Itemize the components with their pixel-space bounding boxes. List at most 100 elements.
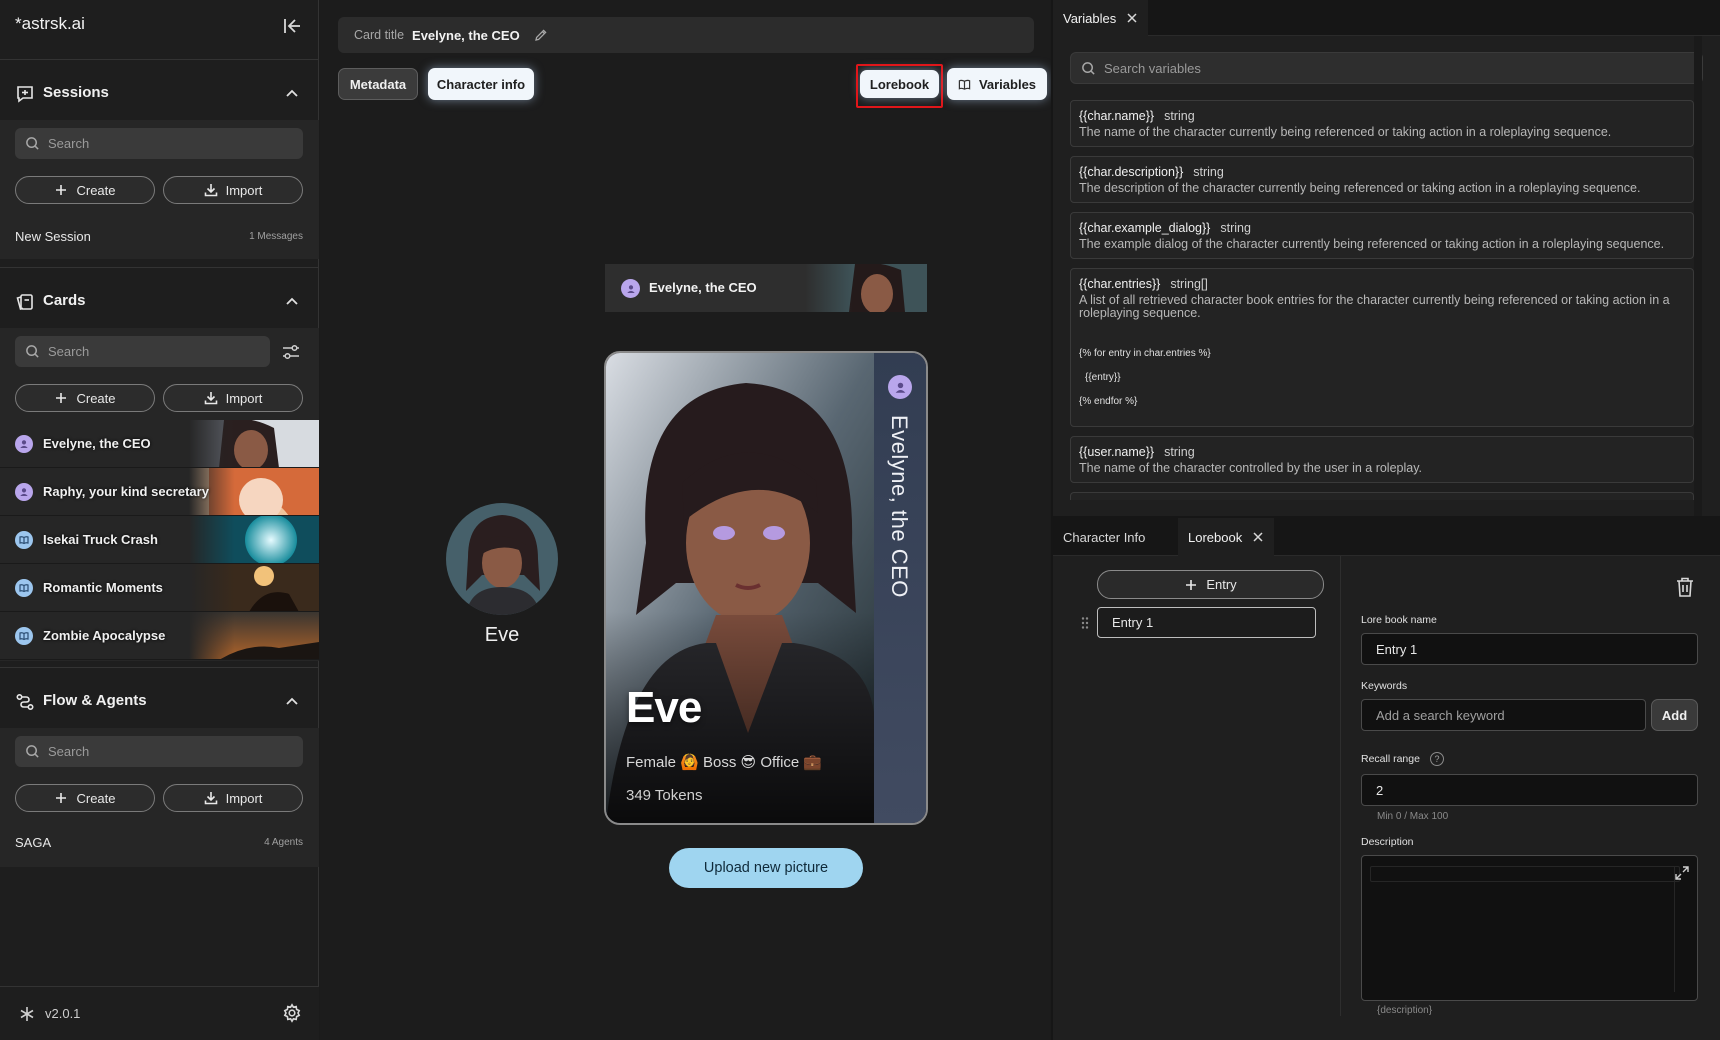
version-label: v2.0.1 <box>45 1006 81 1021</box>
search-icon <box>26 137 39 150</box>
cards-search-input[interactable]: Search <box>15 336 270 367</box>
tab-label: Metadata <box>349 76 407 92</box>
variable-item[interactable]: {{user.name}} string The name of the char… <box>1070 436 1694 483</box>
close-icon[interactable] <box>1252 531 1264 543</box>
variable-item[interactable]: {{char.example_dialog}} string The exampl… <box>1070 212 1694 259</box>
book-icon <box>958 79 971 90</box>
add-entry-button[interactable]: Entry <box>1097 570 1324 599</box>
variable-item[interactable]: {{char.name}} string The name of the char… <box>1070 100 1694 147</box>
create-flow-button[interactable]: Create <box>15 784 155 812</box>
flow-item[interactable]: SAGA 4 Agents <box>15 832 303 852</box>
sidebar: *astrsk.ai Sessions Search Create Import… <box>0 0 319 1040</box>
chevron-up-icon[interactable] <box>283 293 301 311</box>
recall-range-input[interactable]: 2 <box>1361 774 1698 806</box>
create-session-button[interactable]: Create <box>15 176 155 204</box>
character-card: Evelyne, the CEO Eve Female 🙆 Boss 😎 Off… <box>604 351 928 825</box>
card-item-label: Romantic Moments <box>43 580 163 595</box>
upload-picture-button[interactable]: Upload new picture <box>669 848 863 888</box>
expand-icon[interactable] <box>1673 864 1691 882</box>
variables-scrollbar[interactable] <box>1694 36 1702 516</box>
recall-range-header: Recall range ? <box>1361 752 1444 766</box>
cards-section-header[interactable]: Cards <box>0 267 319 335</box>
card-editor: Card title Evelyne, the CEO Metadata Cha… <box>320 0 1050 1040</box>
variables-search-input[interactable]: Search variables <box>1070 52 1703 84</box>
column-divider <box>1340 556 1341 1016</box>
tab-variables-panel[interactable]: Variables <box>1053 0 1149 36</box>
card-title-label: Card title <box>354 28 405 42</box>
sessions-body: Search Create Import New Session 1 Messa… <box>0 120 319 259</box>
card-item-raphy[interactable]: Raphy, your kind secretary <box>0 468 319 516</box>
filter-icon[interactable] <box>280 341 302 363</box>
chevron-up-icon[interactable] <box>283 693 301 711</box>
sidebar-footer: v2.0.1 <box>0 986 319 1040</box>
pencil-icon[interactable] <box>534 28 548 42</box>
recall-range-label: Recall range <box>1361 753 1420 765</box>
entry-label: Entry 1 <box>1112 615 1154 630</box>
description-hint: {description} <box>1377 1005 1433 1016</box>
book-icon <box>15 531 33 549</box>
tab-character-info-panel[interactable]: Character Info <box>1053 518 1155 556</box>
card-item-romantic[interactable]: Romantic Moments <box>0 564 319 612</box>
character-icon <box>15 435 33 453</box>
lore-name-input[interactable]: Entry 1 <box>1361 633 1698 665</box>
variable-name: {{char.name}} <box>1079 109 1155 123</box>
keyword-input[interactable]: Add a search keyword <box>1361 699 1646 731</box>
download-icon <box>204 184 217 197</box>
download-icon <box>204 792 217 805</box>
variable-type: string <box>1164 109 1195 123</box>
import-card-button[interactable]: Import <box>163 384 303 412</box>
drag-handle-icon[interactable] <box>1080 616 1090 630</box>
tab-metadata[interactable]: Metadata <box>338 68 418 100</box>
flow-name: SAGA <box>15 834 52 850</box>
variable-item-partial <box>1070 492 1694 500</box>
header-banner: Evelyne, the CEO <box>605 264 927 312</box>
add-keyword-button[interactable]: Add <box>1651 699 1698 731</box>
session-item[interactable]: New Session 1 Messages <box>15 226 303 246</box>
card-item-evelyne[interactable]: Evelyne, the CEO <box>0 420 319 468</box>
card-item-isekai[interactable]: Isekai Truck Crash <box>0 516 319 564</box>
header-banner-image <box>805 264 927 312</box>
help-icon[interactable]: ? <box>1429 752 1444 766</box>
card-title-bar[interactable]: Card title Evelyne, the CEO <box>338 17 1034 53</box>
search-placeholder: Search <box>48 744 90 759</box>
chevron-up-icon[interactable] <box>283 85 301 103</box>
gear-icon[interactable] <box>282 1003 302 1023</box>
sessions-section-header[interactable]: Sessions <box>0 59 319 127</box>
keyword-placeholder: Add a search keyword <box>1376 707 1505 723</box>
card-item-zombie[interactable]: Zombie Apocalypse <box>0 612 319 660</box>
character-icon <box>621 279 640 298</box>
flow-icon <box>15 692 35 712</box>
variable-name: {{user.name}} <box>1079 445 1155 459</box>
brand-logo: *astrsk.ai <box>15 14 85 33</box>
tab-character-info[interactable]: Character info <box>428 68 534 100</box>
import-session-button[interactable]: Import <box>163 176 303 204</box>
variable-code-line: {% for entry in char.entries %} <box>1079 348 1211 359</box>
flow-count: 4 Agents <box>264 836 303 848</box>
tab-lorebook-panel[interactable]: Lorebook <box>1178 518 1275 556</box>
plus-icon <box>56 393 67 403</box>
card-tokens: 349 Tokens <box>626 787 703 804</box>
collapse-sidebar-icon[interactable] <box>281 15 303 37</box>
variable-name: {{char.entries}} <box>1079 277 1161 291</box>
tab-label: Variables <box>978 76 1037 92</box>
create-label: Create <box>76 182 116 198</box>
flows-section-header[interactable]: Flow & Agents <box>0 667 319 735</box>
tab-variables[interactable]: Variables <box>947 68 1047 100</box>
entry-item[interactable]: Entry 1 <box>1097 607 1316 638</box>
flows-title: Flow & Agents <box>43 692 147 709</box>
create-card-button[interactable]: Create <box>15 384 155 412</box>
import-flow-button[interactable]: Import <box>163 784 303 812</box>
flows-search-input[interactable]: Search <box>15 736 303 767</box>
sessions-search-input[interactable]: Search <box>15 128 303 159</box>
avatar[interactable] <box>446 503 558 615</box>
variable-item[interactable]: {{char.entries}} string[] A list of all r… <box>1070 268 1694 427</box>
avatar-name: Eve <box>484 624 520 646</box>
import-label: Import <box>225 790 263 806</box>
description-textarea[interactable] <box>1361 855 1698 1001</box>
trash-icon[interactable] <box>1675 576 1695 598</box>
variable-item[interactable]: {{char.description}} string The descripti… <box>1070 156 1694 203</box>
close-icon[interactable] <box>1126 12 1138 24</box>
search-icon <box>26 745 39 758</box>
variable-type: string[] <box>1170 277 1208 291</box>
card-thumbnail <box>189 564 319 611</box>
